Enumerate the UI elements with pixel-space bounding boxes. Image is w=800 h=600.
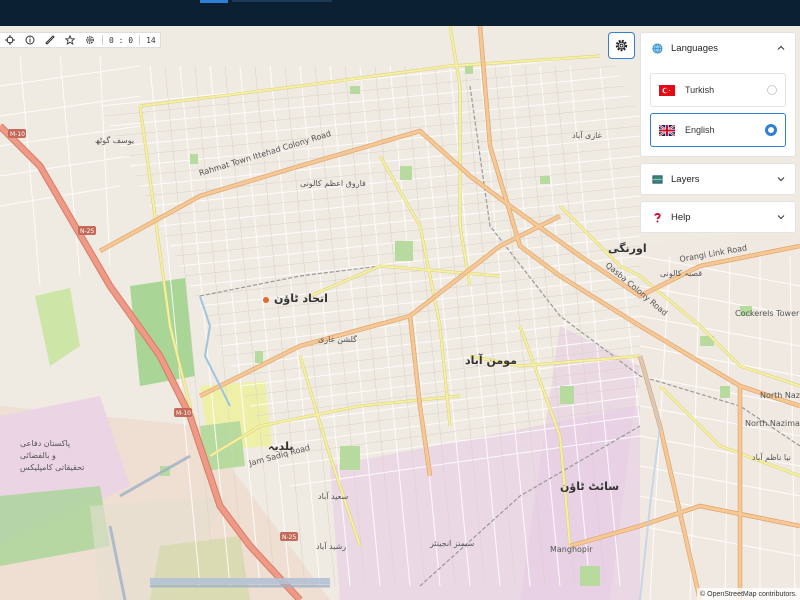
svg-text:رشید آباد: رشید آباد [316, 541, 346, 551]
help-title: Help [671, 211, 691, 223]
svg-text:قصبہ کالونی: قصبہ کالونی [660, 269, 702, 278]
active-tab-indicator [200, 0, 228, 3]
map-attribution[interactable]: © OpenStreetMap contributors. [697, 588, 800, 600]
svg-text:N-25: N-25 [80, 228, 94, 235]
gear-icon [615, 39, 628, 52]
toolbar-divider [139, 35, 141, 45]
svg-text:غازی آباد: غازی آباد [572, 130, 602, 140]
info-icon[interactable] [20, 33, 40, 47]
svg-text:سیمنز انجینئر: سیمنز انجینئر [429, 539, 475, 548]
zoom-level: 14 [146, 35, 156, 45]
star-icon[interactable] [60, 33, 80, 47]
language-options: Turkish English [641, 63, 795, 156]
layers-icon [651, 173, 663, 185]
svg-text:North Nazimabad: North Nazimabad [745, 419, 800, 428]
svg-text:پاکستان دفاعی: پاکستان دفاعی [20, 439, 70, 448]
chevron-down-icon [777, 215, 785, 220]
layers-header[interactable]: Layers [641, 164, 795, 194]
top-navbar [0, 0, 800, 26]
crosshair-icon[interactable] [0, 33, 20, 47]
ruler-icon[interactable] [40, 33, 60, 47]
languages-header[interactable]: Languages [641, 33, 795, 63]
svg-text:North Nazimabad Block B: North Nazimabad Block B [760, 391, 800, 400]
svg-text:مومن آباد: مومن آباد [465, 353, 517, 367]
turkey-flag-icon [659, 84, 675, 96]
language-label: Turkish [685, 85, 715, 95]
coordinate-readout: 0 : 0 [109, 35, 134, 45]
svg-text:سائٹ ٹاؤن: سائٹ ٹاؤن [560, 480, 619, 493]
svg-text:Cockerels Tower: Cockerels Tower [735, 309, 800, 318]
chevron-down-icon [777, 177, 785, 182]
svg-text:اورنگی: اورنگی [608, 242, 647, 255]
help-card: Help [640, 201, 796, 233]
svg-text:سعید آباد: سعید آباد [318, 491, 348, 501]
radio-button[interactable] [767, 85, 777, 95]
svg-text:اتحاد ٹاؤن: اتحاد ٹاؤن [274, 292, 328, 305]
uk-flag-icon [659, 124, 675, 136]
svg-text:و بالفضائی: و بالفضائی [20, 451, 56, 460]
svg-text:فاروق اعظم کالونی: فاروق اعظم کالونی [300, 179, 366, 188]
settings-toggle-button[interactable] [608, 32, 635, 59]
layers-title: Layers [671, 173, 700, 185]
map-toolbar: 0 : 0 14 [0, 32, 161, 48]
svg-text:گلشن غازی: گلشن غازی [318, 334, 357, 344]
radio-button-selected[interactable] [765, 124, 777, 136]
globe-icon [651, 42, 663, 54]
help-header[interactable]: Help [641, 202, 795, 232]
tab-underline [232, 0, 332, 2]
svg-text:نیا ناظم آباد: نیا ناظم آباد [752, 452, 791, 462]
svg-text:N-25: N-25 [282, 534, 296, 541]
settings-panel: Languages Turkish English Layers Help [640, 32, 796, 239]
settings-cog-icon[interactable] [80, 33, 100, 47]
language-option-turkish[interactable]: Turkish [650, 73, 786, 107]
question-mark-icon [651, 211, 663, 223]
languages-card: Languages Turkish English [640, 32, 796, 157]
chevron-up-icon [777, 45, 785, 50]
svg-text:M-10: M-10 [10, 131, 25, 138]
svg-text:M-10: M-10 [176, 410, 191, 417]
svg-text:یوسف گوٹھ: یوسف گوٹھ [95, 135, 134, 145]
language-label: English [685, 125, 715, 135]
svg-text:Manghopir: Manghopir [550, 545, 593, 554]
language-option-english[interactable]: English [650, 113, 786, 147]
svg-text:تحقیقاتی کامپلیکس: تحقیقاتی کامپلیکس [20, 463, 84, 472]
languages-title: Languages [671, 42, 719, 54]
toolbar-divider [102, 35, 103, 45]
layers-card: Layers [640, 163, 796, 195]
